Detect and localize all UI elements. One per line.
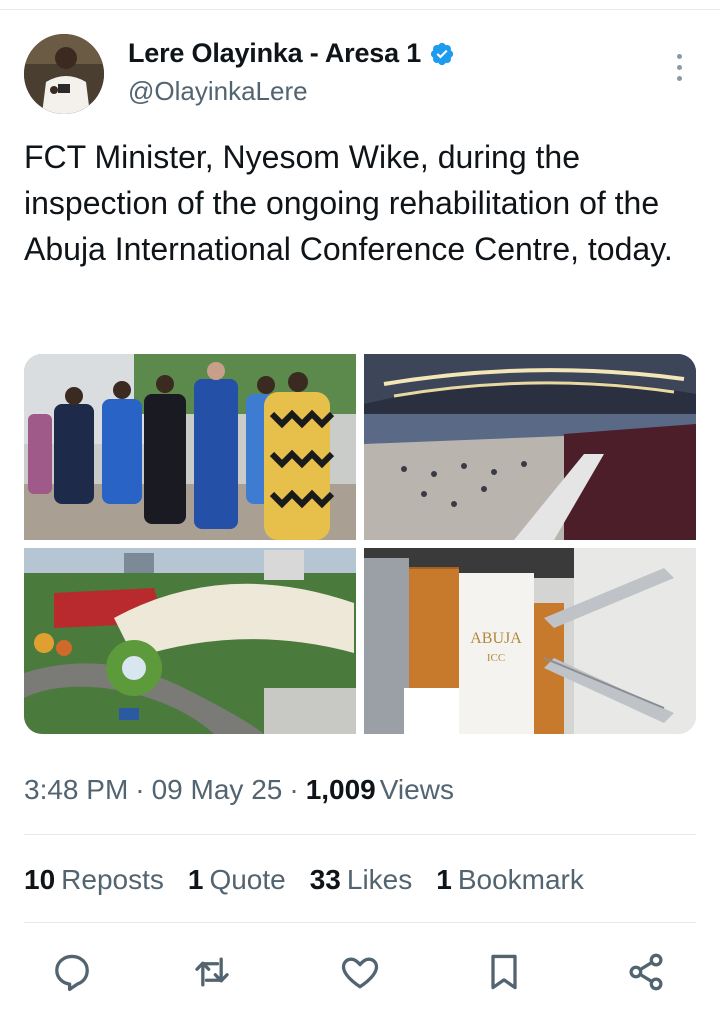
like-button[interactable]: [338, 950, 382, 994]
media-photo-auditorium[interactable]: [364, 354, 696, 540]
share-button[interactable]: [624, 950, 668, 994]
tweet-time[interactable]: 3:48 PM: [24, 774, 128, 806]
reposts-stat[interactable]: 10 Reposts: [24, 864, 164, 896]
icc-sign-line1: ABUJA: [470, 630, 522, 647]
quotes-count: 1: [187, 864, 204, 895]
tweet-text: FCT Minister, Nyesom Wike, during the in…: [24, 139, 673, 267]
action-bar: [0, 950, 720, 998]
retweet-button[interactable]: [190, 950, 234, 994]
bookmarks-label: Bookmark: [457, 864, 584, 895]
heart-icon: [341, 957, 379, 989]
author-handle[interactable]: @OlayinkaLere: [128, 76, 308, 107]
media-grid: ABUJA ICC: [24, 354, 696, 734]
author-display-name[interactable]: Lere Olayinka - Aresa 1: [128, 38, 421, 69]
tweet-metadata: 3:48 PM · 09 May 25 · 1,009 Views: [24, 774, 454, 806]
reply-icon: [55, 954, 89, 992]
tweet-date[interactable]: 09 May 25: [152, 774, 283, 806]
reposts-count: 10: [24, 864, 56, 895]
bookmarks-count: 1: [436, 864, 452, 895]
verified-badge-icon: [430, 42, 454, 65]
bookmark-icon: [491, 954, 517, 990]
separator: ·: [135, 774, 145, 805]
likes-count: 33: [309, 864, 341, 895]
views-count: 1,009: [305, 774, 376, 805]
bookmark-button[interactable]: [482, 950, 526, 994]
separator: ·: [289, 774, 299, 805]
likes-label: Likes: [346, 864, 413, 895]
reposts-label: Reposts: [61, 864, 164, 895]
divider: [24, 834, 696, 835]
media-photo-aerial-view[interactable]: [24, 548, 356, 734]
reply-button[interactable]: [50, 950, 94, 994]
media-photo-inspection-group[interactable]: [24, 354, 356, 540]
quotes-stat[interactable]: 1 Quote: [188, 864, 286, 896]
bookmarks-stat[interactable]: 1 Bookmark: [436, 864, 584, 896]
more-vertical-icon: [677, 54, 682, 59]
icc-sign-line2: ICC: [487, 652, 505, 664]
quotes-label: Quote: [209, 864, 286, 895]
more-vertical-icon: [677, 65, 682, 70]
views-label: Views: [379, 774, 454, 805]
more-vertical-icon: [677, 76, 682, 81]
author-name-row: Lere Olayinka - Aresa 1: [128, 38, 455, 69]
top-divider: [0, 0, 720, 10]
avatar[interactable]: [24, 34, 104, 114]
more-options-button[interactable]: [664, 48, 694, 88]
share-icon: [629, 953, 663, 991]
retweet-icon: [195, 957, 229, 987]
divider: [24, 922, 696, 923]
likes-stat[interactable]: 33 Likes: [310, 864, 413, 896]
media-photo-icc-lobby[interactable]: ABUJA ICC: [364, 548, 696, 734]
engagement-stats: 10 Reposts 1 Quote 33 Likes 1 Bookmark: [24, 864, 584, 896]
